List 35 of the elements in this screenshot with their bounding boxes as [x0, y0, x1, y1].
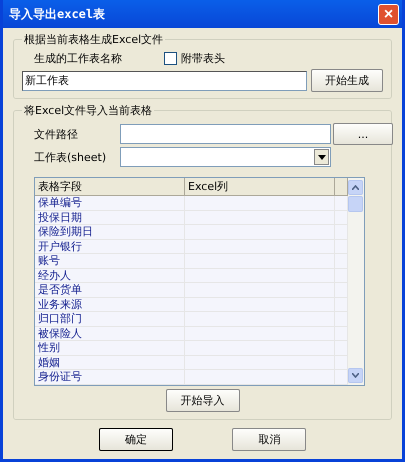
sheet-name-field[interactable]: 新工作表: [22, 70, 307, 90]
column-header[interactable]: 表格字段: [35, 178, 185, 195]
table-cell: 是否货单: [35, 283, 185, 296]
scroll-down-icon[interactable]: [348, 368, 363, 382]
table-cell: 保险到期日: [35, 225, 185, 238]
table-cell: 归口部门: [35, 312, 185, 326]
group-legend: 将Excel文件导入当前表格: [22, 103, 154, 118]
import-button[interactable]: 开始导入: [166, 388, 240, 412]
scroll-up-icon[interactable]: [348, 180, 363, 195]
scroll-thumb[interactable]: [348, 196, 363, 212]
table-cell: 被保险人: [35, 326, 185, 340]
table-cell: 经办人: [35, 268, 185, 282]
file-path-label: 文件路径: [34, 126, 79, 142]
table-cell: 身份证号: [35, 370, 185, 384]
checkbox[interactable]: [164, 52, 177, 64]
sheet-name-label: 生成的工作表名称: [34, 50, 123, 66]
dialog-button[interactable]: 取消: [232, 428, 306, 451]
table-cell: 婚姻: [35, 356, 185, 369]
close-button[interactable]: ×: [378, 4, 399, 24]
column-header[interactable]: Excel列: [185, 178, 335, 195]
table-cell: 业务来源: [35, 298, 185, 311]
group-legend: 根据当前表格生成Excel文件: [22, 32, 166, 47]
window-title: 导入导出excel表: [9, 6, 106, 22]
generate-button[interactable]: 开始生成: [311, 69, 383, 92]
table-cell: 投保日期: [35, 210, 185, 224]
table-cell: 账号: [35, 254, 185, 268]
sheet-label: 工作表(sheet): [34, 150, 108, 164]
table-cell: 保单编号: [35, 196, 185, 210]
file-path-field[interactable]: [120, 124, 331, 144]
dialog-button[interactable]: 确定: [98, 428, 173, 451]
table-cell: 性别: [35, 341, 185, 354]
table-cell: 开户银行: [35, 240, 185, 253]
scrollbar[interactable]: [348, 178, 364, 384]
browse-button[interactable]: ...: [333, 123, 393, 145]
checkbox-label: 附带表头: [181, 50, 225, 66]
